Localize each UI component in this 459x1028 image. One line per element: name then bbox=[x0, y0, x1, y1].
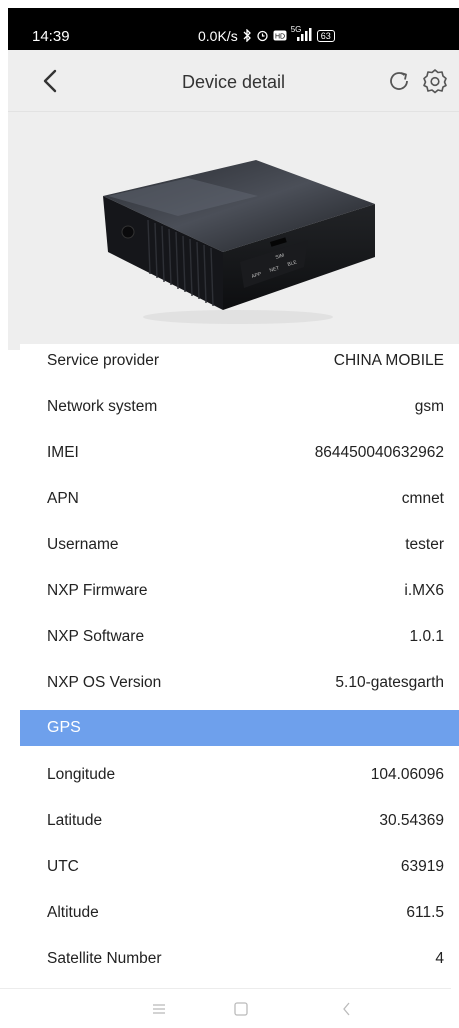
signal-5g-label: 5G bbox=[290, 25, 302, 34]
signal-icon: 5G bbox=[291, 25, 313, 44]
bluetooth-icon bbox=[242, 27, 252, 44]
home-icon bbox=[234, 1002, 248, 1016]
alarm-icon bbox=[256, 29, 269, 44]
row-nxp-software: NXP Software 1.0.1 bbox=[20, 614, 459, 660]
row-nxp-firmware: NXP Firmware i.MX6 bbox=[20, 568, 459, 614]
row-value: 5.10-gatesgarth bbox=[335, 674, 444, 691]
row-label: NXP OS Version bbox=[47, 674, 162, 691]
row-label: IMEI bbox=[47, 444, 79, 461]
row-label: Service provider bbox=[47, 352, 159, 369]
hd-icon: HD bbox=[273, 30, 287, 43]
row-label: Satellite Number bbox=[47, 950, 162, 967]
status-time: 14:39 bbox=[32, 28, 70, 45]
row-latitude: Latitude 30.54369 bbox=[20, 798, 459, 844]
status-bar: 14:39 0.0K/s HD 5G 63 bbox=[8, 8, 459, 50]
nav-home-button[interactable] bbox=[230, 999, 252, 1019]
row-altitude: Altitude 611.5 bbox=[20, 890, 459, 936]
status-indicators: 0.0K/s HD 5G 63 bbox=[198, 25, 335, 44]
device-image: SIM APP NET BLE bbox=[103, 160, 375, 324]
settings-button[interactable] bbox=[420, 66, 450, 96]
row-value: 104.06096 bbox=[370, 766, 444, 783]
row-value: 63919 bbox=[400, 858, 444, 875]
row-value: 4 bbox=[435, 950, 444, 967]
row-label: APN bbox=[47, 490, 79, 507]
net-speed: 0.0K/s bbox=[198, 28, 238, 44]
system-nav-bar bbox=[0, 988, 451, 1028]
row-label: Longitude bbox=[47, 766, 116, 783]
refresh-button[interactable] bbox=[384, 66, 414, 96]
device-detail-list: Service provider CHINA MOBILE Network sy… bbox=[20, 344, 459, 996]
back-icon bbox=[343, 1002, 350, 1016]
device-detail-screen: 14:39 0.0K/s HD 5G 63 Device detail SIM … bbox=[8, 8, 459, 1024]
row-label: Network system bbox=[47, 398, 158, 415]
device-image-area: SIM APP NET BLE bbox=[8, 112, 459, 350]
row-username: Username tester bbox=[20, 522, 459, 568]
row-longitude: Longitude 104.06096 bbox=[20, 752, 459, 798]
row-value: 864450040632962 bbox=[314, 444, 444, 461]
side-port-icon bbox=[121, 225, 135, 239]
row-label: Latitude bbox=[47, 812, 103, 829]
row-value: gsm bbox=[414, 398, 444, 415]
row-value: 1.0.1 bbox=[409, 628, 444, 645]
app-header: Device detail bbox=[8, 50, 459, 112]
row-label: NXP Firmware bbox=[47, 582, 148, 599]
row-nxp-os-version: NXP OS Version 5.10-gatesgarth bbox=[20, 660, 459, 706]
row-utc: UTC 63919 bbox=[20, 844, 459, 890]
nav-menu-button[interactable] bbox=[148, 999, 170, 1019]
menu-icon bbox=[153, 1004, 165, 1014]
svg-text:HD: HD bbox=[275, 33, 285, 40]
row-value: cmnet bbox=[401, 490, 444, 507]
row-network-system: Network system gsm bbox=[20, 384, 459, 430]
row-value: tester bbox=[405, 536, 444, 553]
row-label: UTC bbox=[47, 858, 79, 875]
gps-section-header: GPS bbox=[20, 710, 459, 746]
row-label: Altitude bbox=[47, 904, 99, 921]
row-apn: APN cmnet bbox=[20, 476, 459, 522]
row-label: Username bbox=[47, 536, 119, 553]
row-service-provider: Service provider CHINA MOBILE bbox=[20, 344, 459, 384]
refresh-icon bbox=[390, 72, 408, 90]
row-satellite-number: Satellite Number 4 bbox=[20, 936, 459, 982]
row-label: NXP Software bbox=[47, 628, 145, 645]
settings-gear-icon bbox=[423, 69, 447, 94]
row-value: 30.54369 bbox=[379, 812, 444, 829]
row-value: i.MX6 bbox=[404, 582, 444, 599]
nav-back-button[interactable] bbox=[336, 999, 358, 1019]
battery-icon: 63 bbox=[316, 30, 335, 42]
row-value: 611.5 bbox=[406, 904, 444, 921]
row-imei: IMEI 864450040632962 bbox=[20, 430, 459, 476]
row-value: CHINA MOBILE bbox=[333, 352, 444, 369]
